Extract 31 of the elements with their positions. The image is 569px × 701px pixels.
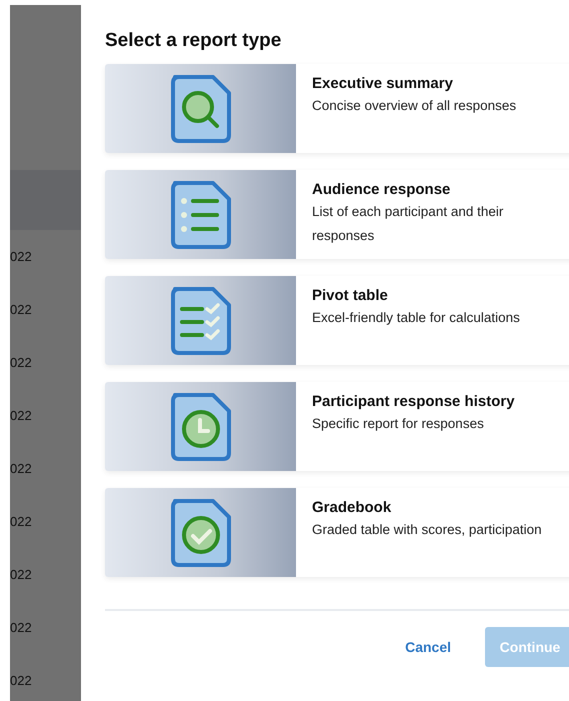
report-type-card[interactable]: Participant response history Specific report for responses: [105, 382, 569, 471]
date-text: 022: [10, 301, 33, 319]
checklist-document-icon: [168, 286, 232, 354]
report-type-description: Specific report for responses: [312, 415, 485, 433]
date-text: 022: [10, 407, 33, 425]
date-text: 022: [10, 513, 33, 531]
report-type-title: Executive summary: [312, 75, 454, 92]
list-document-icon: [168, 180, 232, 248]
report-type-title: Pivot table: [312, 287, 389, 304]
date-text: 022: [10, 460, 33, 478]
cancel-button[interactable]: Cancel: [401, 635, 455, 659]
date-text: 022: [10, 672, 33, 690]
report-type-title: Participant response history: [312, 393, 516, 410]
report-type-description: Excel-friendly table for calculations: [312, 309, 521, 327]
checkmark-document-icon: [168, 498, 232, 566]
date-text: 022: [10, 354, 33, 372]
report-type-card[interactable]: Gradebook Graded table with scores, participation: [105, 488, 569, 577]
report-type-card[interactable]: Executive summary Concise overview of all responses: [105, 64, 569, 153]
report-type-card[interactable]: Pivot table Excel-friendly table for calculations: [105, 276, 569, 365]
date-text: 022: [10, 248, 33, 266]
magnifier-document-icon: [168, 74, 232, 142]
clock-document-icon: [168, 392, 232, 460]
date-text: 022: [10, 566, 33, 584]
report-type-title: Gradebook: [312, 499, 392, 516]
report-type-description: Concise overview of all responses: [312, 97, 518, 115]
dialog-title: Select a report type: [105, 30, 282, 52]
report-type-card[interactable]: Audience response List of each participant and their responses: [105, 170, 569, 259]
report-type-description: Graded table with scores, participation: [312, 521, 543, 539]
report-type-description: List of each participant and their responses: [312, 203, 504, 245]
report-type-title: Audience response: [312, 181, 452, 198]
date-text: 022: [10, 619, 33, 637]
